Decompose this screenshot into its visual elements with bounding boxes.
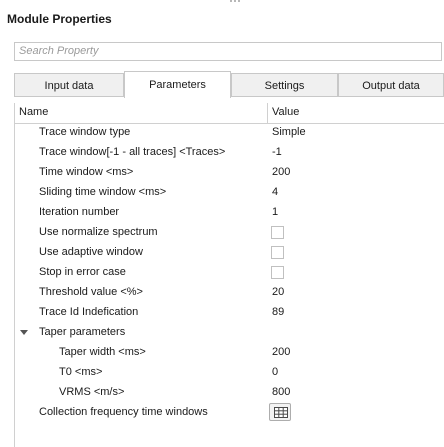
value-column-header[interactable]: Value: [272, 106, 299, 118]
row-use-adaptive-window[interactable]: Use adaptive window: [15, 243, 444, 263]
property-name: T0 <ms>: [59, 366, 103, 378]
property-name: Trace window[-1 - all traces] <Traces>: [39, 146, 226, 158]
row-time-window[interactable]: Time window <ms> 200: [15, 163, 444, 183]
property-name: Stop in error case: [39, 266, 126, 278]
property-value[interactable]: 200: [272, 346, 290, 358]
property-name: Use adaptive window: [39, 246, 143, 258]
property-value[interactable]: 4: [272, 186, 278, 198]
tab-input-data[interactable]: Input data: [14, 73, 124, 97]
use-normalize-spectrum-checkbox[interactable]: [271, 226, 284, 239]
edit-table-button[interactable]: [269, 403, 291, 421]
property-value[interactable]: 0: [272, 366, 278, 378]
property-name: Threshold value <%>: [39, 286, 143, 298]
chevron-down-icon[interactable]: [20, 330, 28, 335]
property-value[interactable]: Simple: [272, 126, 306, 138]
panel-title: Module Properties: [7, 12, 112, 26]
property-name: Trace Id Indefication: [39, 306, 139, 318]
row-taper-width[interactable]: Taper width <ms> 200: [15, 343, 444, 363]
name-column-header[interactable]: Name: [19, 106, 48, 118]
tab-settings[interactable]: Settings: [231, 73, 338, 97]
property-name: Collection frequency time windows: [39, 406, 208, 418]
property-name: Sliding time window <ms>: [39, 186, 167, 198]
row-trace-window[interactable]: Trace window[-1 - all traces] <Traces> -…: [15, 143, 444, 163]
row-collection-frequency[interactable]: Collection frequency time windows: [15, 403, 444, 423]
row-vrms[interactable]: VRMS <m/s> 800: [15, 383, 444, 403]
property-value[interactable]: -1: [272, 146, 282, 158]
row-iteration-number[interactable]: Iteration number 1: [15, 203, 444, 223]
row-use-normalize-spectrum[interactable]: Use normalize spectrum: [15, 223, 444, 243]
window-grip: [230, 0, 244, 4]
row-threshold-value[interactable]: Threshold value <%> 20: [15, 283, 444, 303]
stop-in-error-case-checkbox[interactable]: [271, 266, 284, 279]
property-name: VRMS <m/s>: [59, 386, 125, 398]
row-taper-parameters[interactable]: Taper parameters: [15, 323, 444, 343]
tab-output-data[interactable]: Output data: [338, 73, 444, 97]
row-trace-id-indefication[interactable]: Trace Id Indefication 89: [15, 303, 444, 323]
row-stop-in-error-case[interactable]: Stop in error case: [15, 263, 444, 283]
property-value[interactable]: 1: [272, 206, 278, 218]
property-group-name: Taper parameters: [39, 326, 126, 338]
tab-bar: Input data Parameters Settings Output da…: [14, 71, 444, 98]
property-name: Trace window type: [39, 126, 131, 138]
property-value[interactable]: 89: [272, 306, 284, 318]
tab-parameters[interactable]: Parameters: [124, 71, 231, 98]
property-grid: Name Value Trace window type Simple Trac…: [14, 103, 444, 447]
property-name: Taper width <ms>: [59, 346, 146, 358]
property-value[interactable]: 200: [272, 166, 290, 178]
property-value[interactable]: 800: [272, 386, 290, 398]
search-input[interactable]: Search Property: [14, 42, 442, 61]
column-separator[interactable]: [267, 103, 268, 123]
row-sliding-time-window[interactable]: Sliding time window <ms> 4: [15, 183, 444, 203]
row-t0[interactable]: T0 <ms> 0: [15, 363, 444, 383]
property-name: Time window <ms>: [39, 166, 134, 178]
table-grid-icon: [274, 407, 288, 418]
row-trace-window-type[interactable]: Trace window type Simple: [15, 123, 444, 143]
property-name: Iteration number: [39, 206, 120, 218]
property-name: Use normalize spectrum: [39, 226, 158, 238]
property-value[interactable]: 20: [272, 286, 284, 298]
use-adaptive-window-checkbox[interactable]: [271, 246, 284, 259]
grid-header: Name Value: [15, 103, 444, 124]
